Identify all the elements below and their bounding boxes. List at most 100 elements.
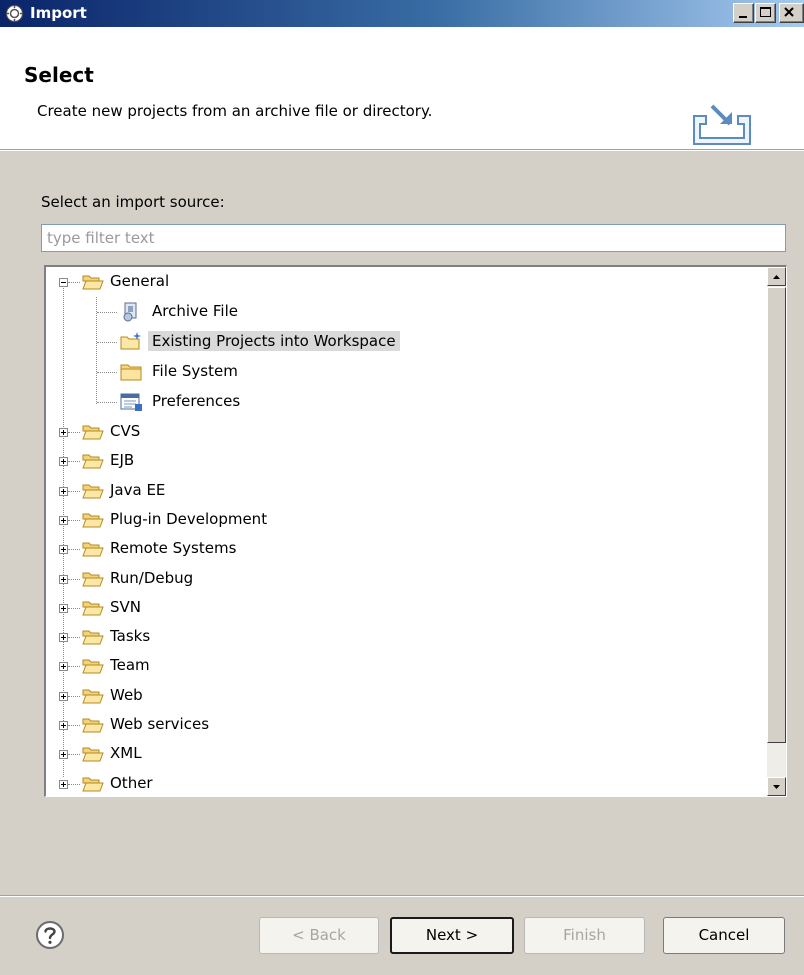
expand-toggle[interactable] bbox=[59, 457, 68, 466]
back-button[interactable]: < Back bbox=[259, 917, 379, 954]
footer-divider-highlight bbox=[0, 896, 804, 897]
tree-item-label: Archive File bbox=[152, 302, 238, 320]
tree-item-label: XML bbox=[110, 744, 142, 762]
open-folder-icon bbox=[82, 572, 104, 587]
open-folder-icon bbox=[82, 630, 104, 645]
tree-item-web-services[interactable]: Web services bbox=[46, 710, 746, 740]
page-description: Create new projects from an archive file… bbox=[37, 102, 433, 120]
help-icon[interactable] bbox=[35, 920, 65, 950]
open-folder-icon bbox=[82, 275, 104, 290]
tree-connector bbox=[68, 549, 80, 550]
tree-connector bbox=[68, 432, 80, 433]
expand-toggle[interactable] bbox=[59, 487, 68, 496]
expand-toggle[interactable] bbox=[59, 604, 68, 613]
folder-icon bbox=[120, 364, 142, 381]
tree-connector bbox=[97, 342, 117, 343]
scroll-thumb[interactable] bbox=[767, 287, 786, 743]
tree-item-label: Run/Debug bbox=[110, 569, 194, 587]
tree-item-existing-projects[interactable]: Existing Projects into Workspace bbox=[46, 327, 746, 357]
next-button[interactable]: Next > bbox=[390, 917, 514, 954]
tree-connector bbox=[68, 491, 80, 492]
tree-connector bbox=[68, 520, 80, 521]
tree-connector bbox=[97, 372, 117, 373]
tree-connector bbox=[68, 784, 80, 785]
tree-item-java-ee[interactable]: Java EE bbox=[46, 476, 746, 506]
open-folder-icon bbox=[82, 747, 104, 762]
window-title: Import bbox=[30, 4, 87, 22]
archive-file-icon bbox=[123, 302, 137, 322]
open-folder-icon bbox=[82, 601, 104, 616]
expand-toggle[interactable] bbox=[59, 780, 68, 789]
open-folder-icon bbox=[82, 425, 104, 440]
tree-item-web[interactable]: Web bbox=[46, 681, 746, 711]
tree-item-svn[interactable]: SVN bbox=[46, 593, 746, 623]
cancel-button[interactable]: Cancel bbox=[663, 917, 785, 954]
tree-item-run-debug[interactable]: Run/Debug bbox=[46, 564, 746, 594]
tree-item-label: SVN bbox=[110, 598, 142, 616]
tree-connector bbox=[97, 312, 117, 313]
finish-button[interactable]: Finish bbox=[524, 917, 645, 954]
tree-item-label: General bbox=[110, 272, 170, 290]
tree-item-xml[interactable]: XML bbox=[46, 739, 746, 769]
tree-item-team[interactable]: Team bbox=[46, 651, 746, 681]
expand-toggle[interactable] bbox=[59, 516, 68, 525]
arrow-up-icon bbox=[773, 275, 780, 279]
tree-item-label: Preferences bbox=[152, 392, 241, 410]
open-folder-icon bbox=[82, 513, 104, 528]
expand-toggle[interactable] bbox=[59, 545, 68, 554]
tree-item-label: Plug-in Development bbox=[110, 510, 268, 528]
tree-connector bbox=[68, 754, 80, 755]
tree-item-general[interactable]: General bbox=[46, 267, 746, 297]
import-wizard-icon bbox=[693, 104, 751, 145]
tree-item-label: Web bbox=[110, 686, 143, 704]
scroll-up-button[interactable] bbox=[767, 267, 786, 286]
close-button[interactable] bbox=[779, 3, 804, 23]
expand-toggle[interactable] bbox=[59, 750, 68, 759]
arrow-down-icon bbox=[773, 785, 780, 789]
open-folder-icon bbox=[82, 484, 104, 499]
tree-item-tasks[interactable]: Tasks bbox=[46, 622, 746, 652]
expand-toggle[interactable] bbox=[59, 662, 68, 671]
filter-input[interactable] bbox=[41, 224, 786, 252]
page-heading: Select bbox=[24, 63, 94, 87]
tree-connector bbox=[68, 608, 80, 609]
tree-item-other[interactable]: Other bbox=[46, 769, 746, 796]
tree-connector bbox=[68, 725, 80, 726]
collapse-toggle[interactable] bbox=[59, 278, 68, 287]
tree-item-preferences[interactable]: Preferences bbox=[46, 387, 746, 417]
expand-toggle[interactable] bbox=[59, 721, 68, 730]
tree-item-file-system[interactable]: File System bbox=[46, 357, 746, 387]
tree-item-label: Remote Systems bbox=[110, 539, 237, 557]
expand-toggle[interactable] bbox=[59, 633, 68, 642]
wizard-header: Select Create new projects from an archi… bbox=[0, 27, 804, 150]
expand-toggle[interactable] bbox=[59, 428, 68, 437]
open-folder-icon bbox=[82, 454, 104, 469]
minimize-button[interactable] bbox=[733, 3, 754, 23]
maximize-icon bbox=[760, 7, 771, 17]
maximize-button[interactable] bbox=[755, 3, 776, 23]
open-folder-icon bbox=[82, 542, 104, 557]
open-folder-icon bbox=[82, 659, 104, 674]
open-folder-icon bbox=[82, 777, 104, 792]
expand-toggle[interactable] bbox=[59, 692, 68, 701]
existing-project-icon bbox=[120, 332, 141, 350]
tree-connector bbox=[68, 461, 80, 462]
open-folder-icon bbox=[82, 689, 104, 704]
scroll-down-button[interactable] bbox=[767, 777, 786, 796]
tree-item-ejb[interactable]: EJB bbox=[46, 446, 746, 476]
eclipse-app-icon bbox=[6, 5, 23, 22]
expand-toggle[interactable] bbox=[59, 575, 68, 584]
tree-connector bbox=[68, 666, 80, 667]
tree-item-label: Existing Projects into Workspace bbox=[148, 331, 400, 351]
close-icon bbox=[784, 7, 794, 17]
tree-item-remote-systems[interactable]: Remote Systems bbox=[46, 534, 746, 564]
tree-item-archive-file[interactable]: Archive File bbox=[46, 297, 746, 327]
tree-connector bbox=[68, 637, 80, 638]
tree-item-label: Web services bbox=[110, 715, 210, 733]
tree-item-label: Tasks bbox=[110, 627, 151, 645]
minimize-icon bbox=[739, 16, 747, 18]
import-source-tree[interactable]: General Archive File Existing Projects i… bbox=[44, 265, 787, 797]
vertical-scrollbar[interactable] bbox=[767, 267, 786, 796]
tree-item-cvs[interactable]: CVS bbox=[46, 417, 746, 447]
tree-item-plug-in-development[interactable]: Plug-in Development bbox=[46, 505, 746, 535]
